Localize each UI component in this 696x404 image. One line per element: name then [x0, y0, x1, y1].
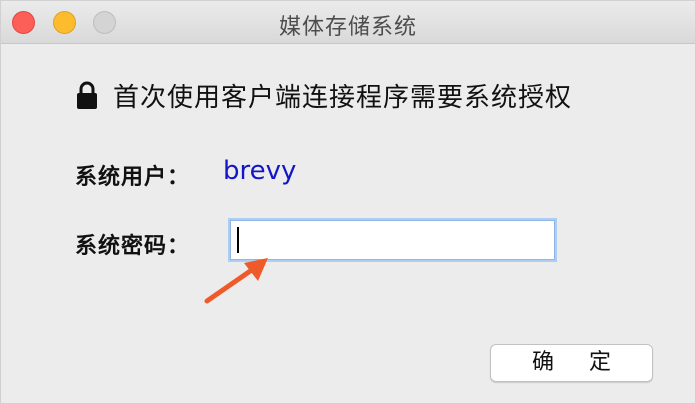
text-caret [237, 227, 239, 253]
window-title: 媒体存储系统 [278, 15, 417, 40]
lock-icon [77, 81, 97, 109]
system-user-label: 系统用户： [75, 165, 191, 190]
system-username-value: brevy [223, 156, 297, 186]
authorization-prompt: 首次使用客户端连接程序需要系统授权 [75, 77, 572, 113]
dialog-window: 媒体存储系统 首次使用客户端连接程序需要系统授权 系统用户： brevy 系统密… [0, 0, 696, 404]
arrow-annotation-icon [204, 258, 268, 304]
system-password-label: 系统密码： [75, 234, 191, 259]
prompt-text: 首次使用客户端连接程序需要系统授权 [113, 82, 573, 113]
title-bar[interactable]: 媒体存储系统 [1, 1, 695, 44]
ok-button[interactable]: 确 定 [490, 344, 653, 382]
